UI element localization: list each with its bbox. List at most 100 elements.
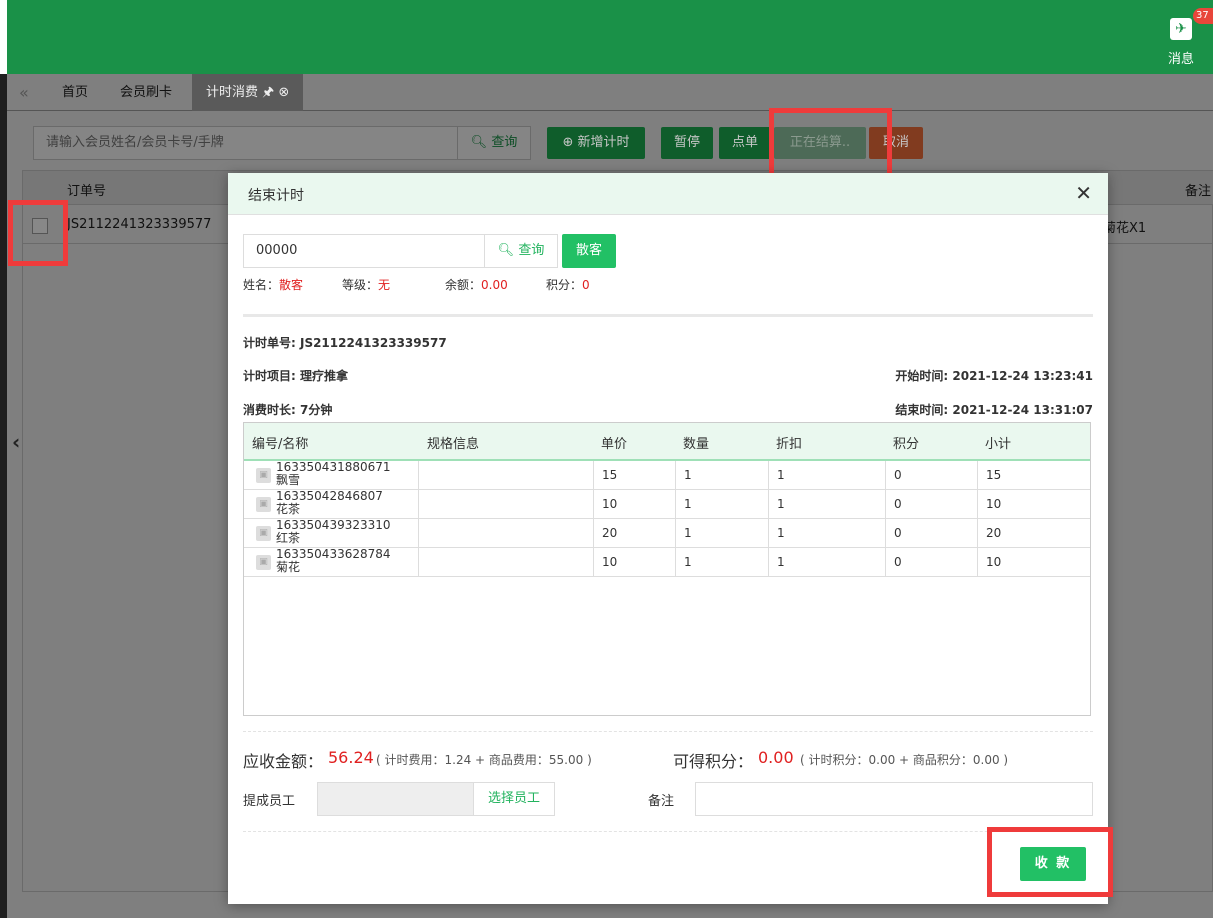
col-price: 单价 [601, 437, 628, 452]
points-cell: 0 [886, 519, 978, 548]
qty-cell: 1 [676, 490, 769, 519]
pause-button[interactable]: 暂停 [661, 127, 713, 159]
member-balance-label: 余额： [445, 278, 482, 292]
col-points: 积分 [893, 437, 920, 452]
code-name-cell: ▣ 163350439323310 红茶 [244, 519, 419, 548]
plus-circle-icon: ⊕ [562, 135, 578, 150]
code-name-cell: ▣ 163350431880671 飘雪 [244, 461, 419, 490]
discount-cell: 1 [769, 519, 886, 548]
member-points-label: 积分： [546, 278, 583, 292]
query-button-label: 查询 [491, 135, 518, 150]
left-edge-strip [0, 0, 7, 74]
select-staff-button[interactable]: 选择员工 [473, 782, 555, 816]
search-icon: 🔍︎ [470, 135, 492, 150]
new-timer-button-label: 新增计时 [577, 135, 630, 150]
product-thumbnail-icon: ▣ [256, 497, 271, 512]
subtotal-cell: 10 [986, 497, 1002, 511]
staff-field[interactable] [317, 782, 474, 816]
spec-cell [419, 461, 594, 490]
left-dark-strip [0, 74, 7, 918]
product-thumbnail-icon: ▣ [256, 526, 271, 541]
member-name-label: 姓名： [243, 278, 280, 292]
remark-label: 备注 [648, 794, 675, 809]
tab-home[interactable]: 首页 [62, 74, 88, 111]
order-button[interactable]: 点单 [719, 127, 771, 159]
col-spec: 规格信息 [427, 437, 480, 452]
spec-cell [419, 490, 594, 519]
price-cell: 20 [594, 519, 676, 548]
price-cell: 10 [594, 548, 676, 577]
qty-cell: 1 [676, 519, 769, 548]
col-order-number: 订单号 [67, 184, 107, 199]
duration: 消费时长: 7分钟 [243, 403, 333, 417]
top-header-bar: ✈ 37 消息 [0, 0, 1213, 74]
member-search-input[interactable]: 请输入会员姓名/会员卡号/手牌 [33, 126, 458, 160]
products-table: 编号/名称 规格信息 单价 数量 折扣 积分 小计 ▣ 1633504318806… [243, 422, 1091, 716]
dialog-header: 结束计时 ✕ [228, 173, 1108, 215]
remark-input[interactable] [695, 782, 1093, 816]
collapse-tabs-icon[interactable]: « [19, 74, 29, 111]
price-cell: 15 [594, 461, 676, 490]
tabs-bar: « 首页 会员刷卡 计时消费 🖈 ⊗ [7, 74, 1213, 111]
close-tab-icon[interactable]: ⊗ [278, 85, 289, 100]
table-row[interactable]: ▣ 16335042846807 花茶 10 1 1 0 10 [244, 490, 1090, 519]
col-remark: 备注 [1185, 184, 1212, 199]
end-timer-dialog: 结束计时 ✕ 00000 🔍︎ 查询 散客 姓名：散客 等级：无 余额：0.00… [228, 173, 1108, 904]
tab-member-card[interactable]: 会员刷卡 [120, 74, 172, 111]
pin-icon[interactable]: 🖈 [262, 85, 274, 100]
member-query-label: 查询 [518, 243, 545, 258]
highlight-pay [987, 827, 1113, 897]
summary-divider [243, 731, 1093, 732]
order-items-cell: 菊花X1 [1103, 221, 1147, 236]
tab-label: 计时消费 [206, 85, 259, 100]
member-query-button[interactable]: 🔍︎ 查询 [484, 234, 558, 268]
message-count-badge: 37 [1193, 8, 1213, 24]
query-button[interactable]: 🔍︎ 查询 [457, 126, 531, 160]
staff-label: 提成员工 [243, 794, 296, 809]
member-balance: 余额：0.00 [445, 276, 508, 293]
timer-number: 计时单号: JS2112241323339577 [243, 336, 447, 350]
chevron-left-icon[interactable]: ‹ [12, 430, 20, 454]
member-name-value: 散客 [279, 278, 304, 292]
discount-cell: 1 [769, 548, 886, 577]
subtotal-cell: 20 [986, 526, 1002, 540]
col-code-name: 编号/名称 [252, 437, 309, 452]
earn-points-detail: ( 计时积分：0.00 + 商品积分：0.00 ) [800, 753, 1009, 767]
table-row[interactable]: ▣ 163350431880671 飘雪 15 1 1 0 15 [244, 461, 1090, 490]
timer-item: 计时项目: 理疗推拿 [243, 369, 348, 383]
table-row[interactable]: ▣ 163350439323310 红茶 20 1 1 0 20 [244, 519, 1090, 548]
product-name: 红茶 [276, 531, 301, 545]
earn-points-amount: 0.00 [758, 748, 794, 767]
start-time: 开始时间: 2021-12-24 13:23:41 [895, 369, 1093, 383]
price-cell: 10 [594, 490, 676, 519]
code-name-cell: ▣ 16335042846807 花茶 [244, 490, 419, 519]
qty-cell: 1 [676, 548, 769, 577]
qty-cell: 1 [676, 461, 769, 490]
col-subtotal: 小计 [985, 437, 1012, 452]
end-time: 结束时间: 2021-12-24 13:31:07 [895, 403, 1093, 417]
col-discount: 折扣 [776, 437, 803, 452]
member-card-input[interactable]: 00000 [243, 234, 485, 268]
member-level: 等级：无 [342, 276, 390, 293]
tab-timed-consumption[interactable]: 计时消费 🖈 ⊗ [192, 74, 304, 111]
walkin-button[interactable]: 散客 [562, 234, 616, 268]
earn-points-label: 可得积分： [673, 752, 754, 771]
table-row[interactable]: ▣ 163350433628784 菊花 10 1 1 0 10 [244, 548, 1090, 577]
member-level-value: 无 [378, 278, 391, 292]
spec-cell [419, 548, 594, 577]
message-label[interactable]: 消息 [1168, 48, 1194, 67]
product-name: 菊花 [276, 560, 301, 574]
order-number-cell: JS2112241323339577 [67, 217, 212, 232]
points-cell: 0 [886, 490, 978, 519]
member-level-label: 等级： [342, 278, 379, 292]
member-points-value: 0 [582, 278, 590, 292]
spec-cell [419, 519, 594, 548]
new-timer-button[interactable]: ⊕ 新增计时 [547, 127, 645, 159]
paper-plane-icon[interactable]: ✈ [1170, 18, 1192, 40]
subtotal-cell: 15 [986, 468, 1002, 482]
points-cell: 0 [886, 461, 978, 490]
close-icon[interactable]: ✕ [1075, 181, 1092, 205]
dialog-title: 结束计时 [248, 188, 304, 204]
receivable-label: 应收金额： [243, 752, 324, 771]
member-points: 积分：0 [546, 276, 590, 293]
